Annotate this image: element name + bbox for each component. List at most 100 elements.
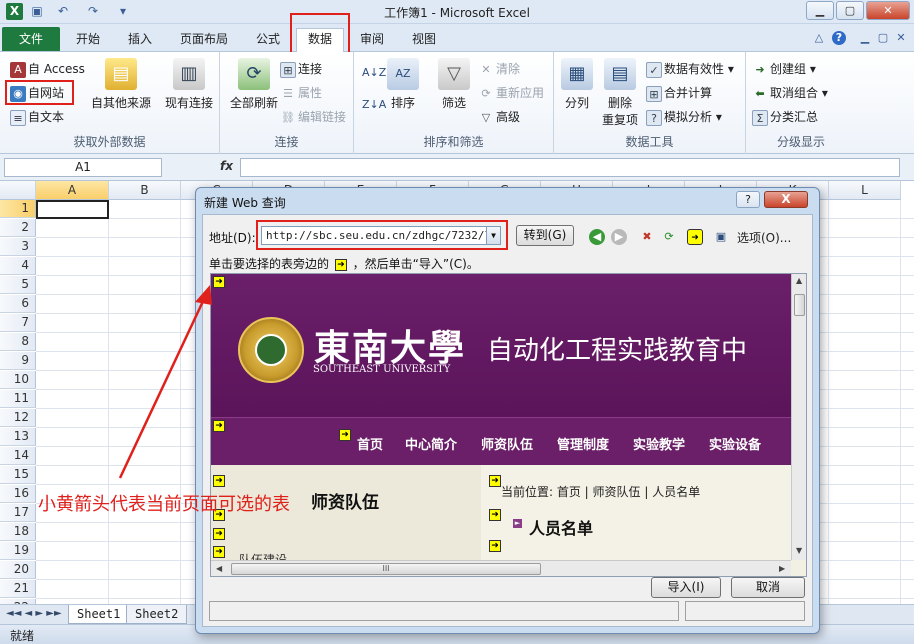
advanced-filter-button[interactable]: ▽ 高级	[478, 108, 520, 126]
row-header-9[interactable]: 9	[0, 352, 36, 370]
dialog-help-button[interactable]: ?	[736, 191, 760, 208]
web-horizontal-scrollbar[interactable]: ◀ III ▶	[211, 560, 791, 576]
row-header-4[interactable]: 4	[0, 257, 36, 275]
subtotal-button[interactable]: Σ 分类汇总	[752, 108, 818, 126]
import-button[interactable]: 导入(I)	[651, 577, 721, 598]
existing-connections-button[interactable]: ▥ 现有连接	[160, 58, 218, 111]
tab-file[interactable]: 文件	[2, 27, 60, 51]
row-header-8[interactable]: 8	[0, 333, 36, 351]
web-vertical-scrollbar[interactable]: ▲ ▼	[791, 274, 806, 560]
table-select-arrow-icon[interactable]: ➜	[489, 509, 501, 521]
web-nav-faculty[interactable]: 师资队伍	[481, 434, 533, 453]
from-other-sources-button[interactable]: ▤ 自其他来源	[88, 58, 154, 111]
row-header-3[interactable]: 3	[0, 238, 36, 256]
help-icon[interactable]: ?	[832, 31, 846, 45]
cancel-button[interactable]: 取消	[731, 577, 805, 598]
sheet-tab-2[interactable]: Sheet2	[126, 605, 188, 624]
doc-minimize-icon[interactable]: ▁	[858, 31, 872, 45]
back-icon[interactable]: ◀	[589, 229, 605, 245]
name-box[interactable]: A1	[4, 158, 162, 177]
table-select-arrow-icon[interactable]: ➜	[213, 475, 225, 487]
row-header-5[interactable]: 5	[0, 276, 36, 294]
data-validation-button[interactable]: ✓ 数据有效性 ▾	[646, 60, 734, 78]
row-header-15[interactable]: 15	[0, 466, 36, 484]
fx-icon[interactable]: fx	[220, 159, 233, 173]
row-header-6[interactable]: 6	[0, 295, 36, 313]
scroll-down-icon[interactable]: ▼	[796, 546, 802, 555]
web-nav-rules[interactable]: 管理制度	[557, 434, 609, 453]
filter-button[interactable]: ▽ 筛选	[434, 58, 474, 111]
table-select-arrow-icon[interactable]: ➜	[213, 546, 225, 558]
doc-restore-icon[interactable]: ▢	[876, 31, 890, 45]
tab-page-layout[interactable]: 页面布局	[176, 29, 232, 51]
group-button[interactable]: ➜ 创建组 ▾	[752, 60, 815, 78]
options-button[interactable]: 选项(O)...	[737, 229, 791, 246]
table-select-arrow-icon[interactable]: ➜	[339, 429, 351, 441]
stop-icon[interactable]: ✖	[639, 229, 655, 245]
refresh-all-button[interactable]: ⟳ 全部刷新	[224, 58, 284, 111]
column-header-l[interactable]: L	[829, 181, 901, 200]
dialog-close-button[interactable]: X	[764, 191, 808, 208]
web-nav-home[interactable]: 首页	[357, 434, 383, 453]
text-to-columns-button[interactable]: ▦ 分列	[560, 58, 594, 111]
tab-view[interactable]: 视图	[408, 29, 440, 51]
row-header-13[interactable]: 13	[0, 428, 36, 446]
row-header-18[interactable]: 18	[0, 523, 36, 541]
row-header-21[interactable]: 21	[0, 580, 36, 598]
from-access-button[interactable]: A自 Access	[10, 60, 85, 78]
table-select-arrow-icon[interactable]: ➜	[213, 420, 225, 432]
close-button[interactable]: ✕	[866, 1, 910, 20]
ungroup-button[interactable]: ⬅ 取消组合 ▾	[752, 84, 827, 102]
row-header-17[interactable]: 17	[0, 504, 36, 522]
row-header-1[interactable]: 1	[0, 200, 36, 218]
reapply-button[interactable]: ⟳ 重新应用	[478, 84, 544, 102]
web-vscroll-thumb[interactable]	[794, 294, 805, 316]
sheet-nav-arrows[interactable]: ◄◄ ◄ ► ►►	[6, 608, 62, 619]
tab-home[interactable]: 开始	[72, 29, 104, 51]
table-select-arrow-icon[interactable]: ➜	[489, 540, 501, 552]
web-nav-equipment[interactable]: 实验设备	[709, 434, 761, 453]
collapse-ribbon-icon[interactable]: △	[812, 31, 826, 45]
table-select-arrow-icon[interactable]: ➜	[489, 475, 501, 487]
hide-icons-icon[interactable]: ➜	[687, 229, 703, 245]
sort-asc-icon[interactable]: A↓Z	[362, 66, 386, 79]
sort-button[interactable]: AZ 排序	[386, 58, 420, 111]
properties-button[interactable]: ☰ 属性	[280, 84, 322, 102]
row-header-7[interactable]: 7	[0, 314, 36, 332]
tab-review[interactable]: 审阅	[356, 29, 388, 51]
go-button[interactable]: 转到(G)	[516, 225, 574, 246]
doc-close-icon[interactable]: ✕	[894, 31, 908, 45]
refresh-page-icon[interactable]: ⟳	[661, 229, 677, 245]
maximize-button[interactable]: ▢	[836, 1, 864, 20]
row-header-20[interactable]: 20	[0, 561, 36, 579]
tab-insert[interactable]: 插入	[124, 29, 156, 51]
column-header-b[interactable]: B	[109, 181, 181, 200]
row-header-16[interactable]: 16	[0, 485, 36, 503]
what-if-button[interactable]: ? 模拟分析 ▾	[646, 108, 722, 126]
scroll-right-icon[interactable]: ▶	[779, 564, 785, 573]
sort-desc-icon[interactable]: Z↓A	[362, 98, 386, 111]
active-cell[interactable]	[36, 200, 109, 219]
row-header-14[interactable]: 14	[0, 447, 36, 465]
web-nav-teaching[interactable]: 实验教学	[633, 434, 685, 453]
scroll-left-icon[interactable]: ◀	[216, 564, 222, 573]
save-query-icon[interactable]: ▣	[713, 229, 729, 245]
minimize-button[interactable]: ▁	[806, 1, 834, 20]
forward-icon[interactable]: ▶	[611, 229, 627, 245]
row-header-11[interactable]: 11	[0, 390, 36, 408]
table-select-arrow-icon[interactable]: ➜	[213, 276, 225, 288]
row-header-10[interactable]: 10	[0, 371, 36, 389]
web-hscroll-thumb[interactable]: III	[231, 563, 541, 575]
from-text-button[interactable]: ≡ 自文本	[10, 108, 64, 126]
select-all-corner[interactable]	[0, 181, 36, 200]
row-header-12[interactable]: 12	[0, 409, 36, 427]
tab-formulas[interactable]: 公式	[252, 29, 284, 51]
column-header-a[interactable]: A	[36, 181, 109, 200]
connections-button[interactable]: ⊞ 连接	[280, 60, 322, 78]
sheet-tab-1[interactable]: Sheet1	[68, 605, 130, 624]
web-nav-about[interactable]: 中心简介	[405, 434, 457, 453]
consolidate-button[interactable]: ⊞ 合并计算	[646, 84, 712, 102]
row-header-19[interactable]: 19	[0, 542, 36, 560]
clear-filter-button[interactable]: ✕ 清除	[478, 60, 520, 78]
scroll-up-icon[interactable]: ▲	[796, 276, 802, 285]
